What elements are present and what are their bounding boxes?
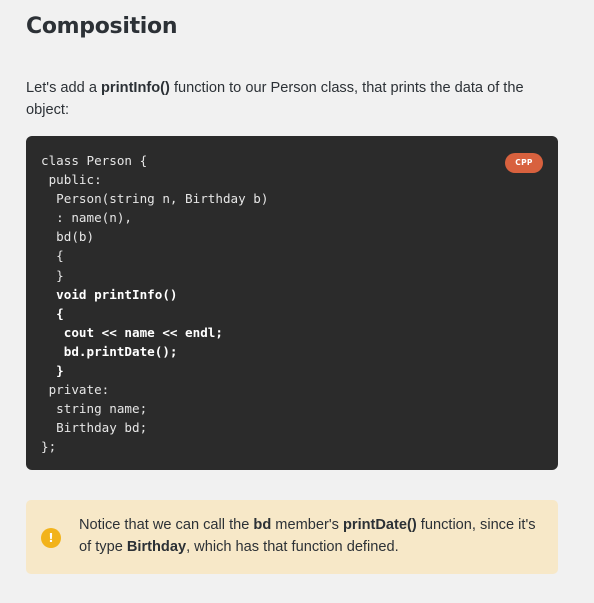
notice-callout: ! Notice that we can call the bd member'… — [26, 500, 558, 574]
code-line: Birthday bd; — [41, 420, 148, 436]
intro-text-prefix: Let's add a — [26, 80, 101, 96]
code-line: void printInfo() — [41, 286, 178, 302]
code-line: { — [41, 305, 64, 321]
intro-function-name: printInfo() — [101, 80, 170, 96]
code-line: }; — [41, 439, 57, 455]
code-line: } — [41, 363, 64, 379]
notice-text-part: Notice that we can call the — [79, 517, 254, 533]
code-line: cout << name << endl; — [41, 324, 223, 340]
code-content: class Person { public: Person(string n, … — [41, 151, 268, 457]
notice-text-part: , which has that function defined. — [186, 539, 399, 555]
code-line: private: — [41, 382, 110, 398]
code-line: bd(b) — [41, 229, 95, 245]
code-line: Person(string n, Birthday b) — [41, 191, 269, 207]
intro-paragraph: Let's add a printInfo() function to our … — [26, 77, 558, 121]
notice-text: Notice that we can call the bd member's … — [79, 514, 549, 558]
code-line: public: — [41, 172, 102, 188]
notice-text-part: member's — [271, 517, 343, 533]
notice-function-name: printDate() — [342, 517, 417, 533]
notice-member-name: bd — [253, 517, 272, 533]
section-title: Composition — [26, 14, 178, 39]
code-line: bd.printDate(); — [41, 343, 178, 359]
exclamation-icon: ! — [41, 528, 61, 548]
code-line: class Person { — [41, 153, 148, 168]
code-line: : name(n), — [41, 210, 132, 226]
code-line: string name; — [41, 401, 148, 417]
code-line: { — [41, 248, 64, 264]
code-block: class Person { public: Person(string n, … — [26, 136, 558, 470]
language-badge: CPP — [505, 153, 543, 173]
notice-type-name: Birthday — [126, 539, 187, 555]
code-line: } — [41, 267, 64, 283]
